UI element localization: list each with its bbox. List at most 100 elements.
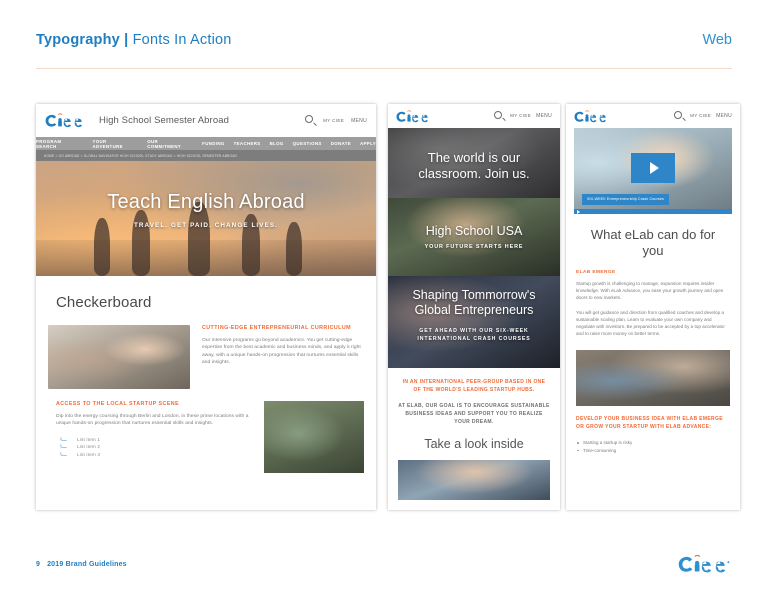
my-ciee-link[interactable]: MY CIEE xyxy=(690,113,711,118)
supporting-text: AT ELAB, OUR GOAL IS TO ENCOURAGE SUSTAI… xyxy=(398,403,550,425)
desktop-main-nav: PROGRAM SEARCH YOUR ADVENTURE OUR COMMIT… xyxy=(36,137,376,150)
list-item: Starting a startup is risky xyxy=(576,439,730,447)
content-kicker: ACCESS TO THE LOCAL STARTUP SCENE xyxy=(56,401,180,407)
content-paragraph: Startup growth is challenging to manage,… xyxy=(576,281,724,300)
page-title-light: Fonts In Action xyxy=(132,32,232,48)
nav-item[interactable]: BLOG xyxy=(270,141,284,146)
footer-ciee-logo-icon xyxy=(678,554,730,573)
ciee-logo-icon[interactable] xyxy=(574,109,612,123)
cta-text: DEVELOP YOUR BUSINESS IDEA WITH ELAB EME… xyxy=(576,416,723,430)
content-kicker: CUTTING-EDGE ENTREPRENEURIAL CURRICULUM xyxy=(202,325,351,331)
bullet-list: Starting a startup is risky Time-consumi… xyxy=(576,439,730,454)
page-heading: What eLab can do for you xyxy=(590,227,716,258)
nav-item[interactable]: DONATE xyxy=(331,141,351,146)
section-heading: Checkerboard xyxy=(56,294,152,311)
hero-text: Teach English Abroad TRAVEL. GET PAID. C… xyxy=(36,191,376,229)
my-ciee-link[interactable]: MY CIEE xyxy=(323,118,344,123)
list-item: Time-consuming xyxy=(576,447,730,455)
list-item-label: List item 1 xyxy=(77,436,101,442)
nav-item[interactable]: PROGRAM SEARCH xyxy=(36,139,83,149)
nav-item[interactable]: OUR COMMITMENT xyxy=(147,139,193,149)
promo-heading: Shaping Tommorrow's Global Entrepreneurs xyxy=(412,288,536,317)
hero-heading: Teach English Abroad xyxy=(107,191,305,213)
content-paragraph: Dip into the energy coursing through Ber… xyxy=(56,414,249,427)
desktop-mockup: High School Semester Abroad MY CIEE MENU… xyxy=(36,104,376,510)
mobile-topbar: MY CIEE MENU xyxy=(388,104,560,128)
content-paragraph: You will get guidance and direction from… xyxy=(576,310,725,336)
hero-subheading: TRAVEL. GET PAID. CHANGE LIVES. xyxy=(133,222,279,229)
take-a-look-heading: Take a look inside xyxy=(424,437,524,451)
desktop-topbar-actions: MY CIEE MENU xyxy=(305,115,367,126)
list-item: List item 1 xyxy=(56,437,252,442)
promo-panel[interactable]: The world is our classroom. Join us. xyxy=(388,128,560,198)
content-copy: ACCESS TO THE LOCAL STARTUP SCENE Dip in… xyxy=(48,401,264,473)
mobile-topbar-actions: MY CIEE MENU xyxy=(494,110,552,122)
mobile-topbar: MY CIEE MENU xyxy=(566,104,740,128)
content-photo xyxy=(576,350,730,406)
page-section-label: Web xyxy=(702,32,732,48)
nav-item[interactable]: TEACHERS xyxy=(234,141,261,146)
breadcrumb-text[interactable]: HOME > GO ABROAD > GLOBAL NAVIGATOR HIGH… xyxy=(44,154,237,158)
nav-item[interactable]: APPLY xyxy=(360,141,376,146)
list-item: List item 3 xyxy=(56,452,252,457)
list-item: List item 2 xyxy=(56,444,252,449)
page-number: 9 xyxy=(36,561,41,568)
content-photo xyxy=(264,401,364,473)
page-footer: 9 2019 Brand Guidelines xyxy=(36,561,127,568)
promo-subheading: GET AHEAD WITH OUR SIX-WEEK INTERNATIONA… xyxy=(417,328,531,342)
checkerboard-row-1: CUTTING-EDGE ENTREPRENEURIAL CURRICULUM … xyxy=(36,311,376,389)
promo-heading: The world is our classroom. Join us. xyxy=(418,150,530,181)
promo-panel[interactable]: Shaping Tommorrow's Global Entrepreneurs… xyxy=(388,276,560,368)
ciee-logo-icon[interactable] xyxy=(45,113,89,128)
highlight-text: IN AN INTERNATIONAL PEER-GROUP BASED IN … xyxy=(402,379,546,393)
site-title: High School Semester Abroad xyxy=(99,115,229,126)
search-icon[interactable] xyxy=(674,110,687,122)
menu-button[interactable]: MENU xyxy=(716,113,732,119)
mobile-text-block: IN AN INTERNATIONAL PEER-GROUP BASED IN … xyxy=(388,368,560,500)
hero-banner: Teach English Abroad TRAVEL. GET PAID. C… xyxy=(36,161,376,276)
search-icon[interactable] xyxy=(494,110,507,122)
content-kicker: ELAB EMERGE xyxy=(576,270,616,275)
hero-figure xyxy=(286,222,302,276)
inside-photo xyxy=(398,460,550,500)
mockups-container: High School Semester Abroad MY CIEE MENU… xyxy=(36,104,740,510)
breadcrumb: HOME > GO ABROAD > GLOBAL NAVIGATOR HIGH… xyxy=(36,150,376,161)
search-icon[interactable] xyxy=(305,115,318,126)
mobile-mockup-right: MY CIEE MENU SIX-WEEK Entrepreneurship C… xyxy=(566,104,740,510)
my-ciee-link[interactable]: MY CIEE xyxy=(510,113,531,118)
mobile-topbar-actions: MY CIEE MENU xyxy=(674,110,732,122)
content-list: List item 1 List item 2 List item 3 xyxy=(56,437,252,457)
video-caption: SIX-WEEK Entrepreneurship Crash Courses xyxy=(582,194,669,205)
desktop-content: Checkerboard CUTTING-EDGE ENTREPRENEURIA… xyxy=(36,276,376,473)
content-photo xyxy=(48,325,190,389)
header-divider xyxy=(36,68,732,69)
video-progress-bar[interactable] xyxy=(574,209,732,214)
menu-button[interactable]: MENU xyxy=(536,113,552,119)
promo-caption: The world is our classroom. Join us. xyxy=(388,150,560,181)
page-title-bold: Typography xyxy=(36,32,120,48)
menu-button[interactable]: MENU xyxy=(351,118,367,124)
nav-item[interactable]: QUESTIONS xyxy=(293,141,322,146)
nav-item[interactable]: FUNDING xyxy=(202,141,224,146)
mobile-mockup-middle: MY CIEE MENU The world is our classroom.… xyxy=(388,104,560,510)
right-content: ELAB EMERGE Startup growth is challengin… xyxy=(566,270,740,454)
video-player[interactable]: SIX-WEEK Entrepreneurship Crash Courses xyxy=(574,128,732,214)
check-icon xyxy=(60,437,67,442)
promo-caption: High School USA YOUR FUTURE STARTS HERE xyxy=(388,224,560,250)
page-title: Typography | Fonts In Action xyxy=(36,32,232,48)
list-item-label: List item 2 xyxy=(77,444,101,450)
play-icon[interactable] xyxy=(631,153,675,184)
list-item-label: List item 3 xyxy=(77,451,101,457)
promo-caption: Shaping Tommorrow's Global Entrepreneurs… xyxy=(388,288,560,343)
page-title-separator: | xyxy=(119,32,133,48)
content-paragraph: Our intensive programs go beyond academi… xyxy=(202,338,361,366)
promo-subheading: YOUR FUTURE STARTS HERE xyxy=(424,244,524,250)
promo-panel[interactable]: High School USA YOUR FUTURE STARTS HERE xyxy=(388,198,560,276)
nav-item[interactable]: YOUR ADVENTURE xyxy=(92,139,138,149)
footer-label: 2019 Brand Guidelines xyxy=(47,561,127,568)
checkerboard-row-2: ACCESS TO THE LOCAL STARTUP SCENE Dip in… xyxy=(36,389,376,473)
page-header: Typography | Fonts In Action Web xyxy=(36,32,732,48)
check-icon xyxy=(60,444,67,449)
ciee-logo-icon[interactable] xyxy=(396,109,434,123)
desktop-topbar: High School Semester Abroad MY CIEE MENU xyxy=(36,104,376,137)
